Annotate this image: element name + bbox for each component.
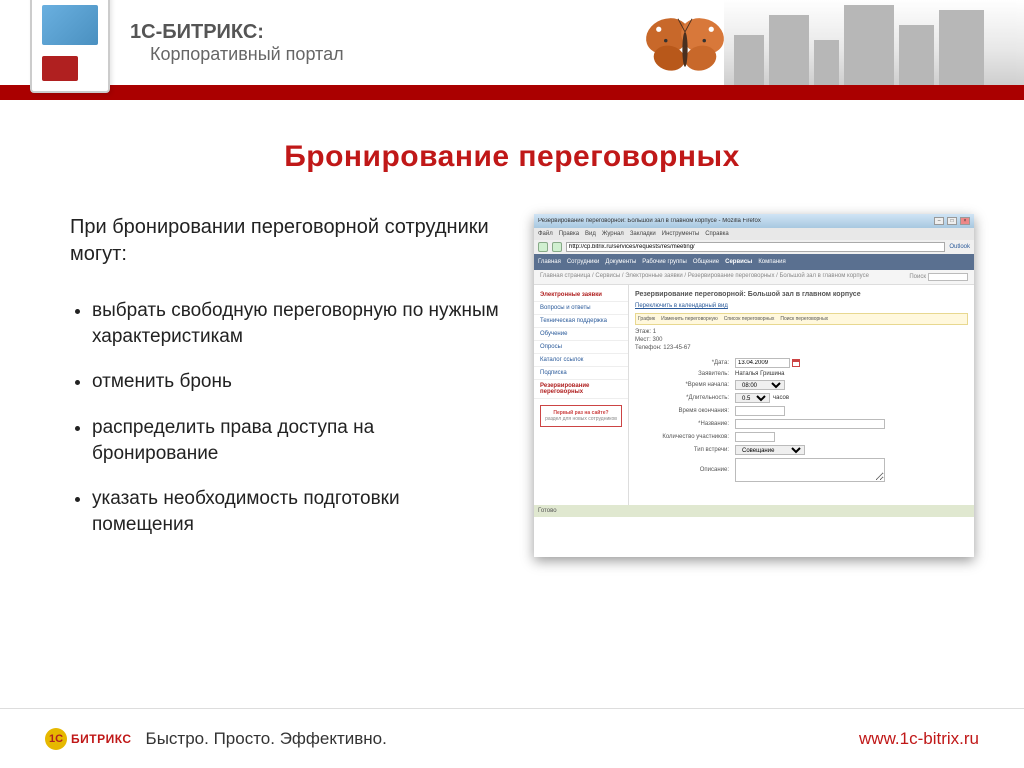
window-controls: – □ × [933, 217, 970, 225]
sidebar-item[interactable]: Каталог ссылок [534, 354, 628, 367]
brand-subtitle: Корпоративный портал [150, 44, 344, 65]
name-input[interactable] [735, 419, 885, 429]
toolbar-item[interactable]: Изменить переговорную [661, 316, 718, 322]
date-input[interactable] [735, 358, 790, 368]
requester-value: Наталья Гришина [735, 371, 785, 377]
window-titlebar: Резервирование переговорной: Большой зал… [534, 214, 974, 228]
footer-tagline: Быстро. Просто. Эффективно. [146, 729, 387, 749]
bullet-item: указать необходимость подготовки помещен… [92, 486, 504, 537]
end-time-input[interactable] [735, 406, 785, 416]
calendar-view-link[interactable]: Переключить в календарный вид [635, 303, 728, 309]
browser-menubar: Файл Правка Вид Журнал Закладки Инструме… [534, 228, 974, 240]
nav-item[interactable]: Сервисы [725, 259, 752, 265]
start-time-select[interactable]: 08:00 [735, 380, 785, 390]
menu-item[interactable]: Вид [585, 231, 596, 237]
lead-text: При бронировании переговорной сотрудники… [70, 214, 504, 268]
portal-nav: Главная Сотрудники Документы Рабочие гру… [534, 254, 974, 270]
sidebar-item[interactable]: Обучение [534, 328, 628, 341]
requester-label: Заявитель: [635, 371, 735, 377]
brand-title: 1С-БИТРИКС: [130, 21, 344, 44]
desc-label: Описание: [635, 467, 735, 473]
back-icon[interactable] [538, 242, 548, 252]
breadcrumb-bar: Главная страница / Сервисы / Электронные… [534, 270, 974, 285]
bullet-item: распределить права доступа на бронирован… [92, 415, 504, 466]
address-bar: Outlook [534, 240, 974, 254]
menu-item[interactable]: Инструменты [662, 231, 699, 237]
sidebar-item[interactable]: Подписка [534, 367, 628, 380]
participants-input[interactable] [735, 432, 775, 442]
room-info: Этаж: 1 Мест: 300 Телефон: 123-45-67 [635, 329, 968, 352]
browser-screenshot: Резервирование переговорной: Большой зал… [534, 214, 974, 557]
product-box-graphic [30, 0, 110, 93]
slide-footer: 1С БИТРИКС Быстро. Просто. Эффективно. w… [0, 708, 1024, 768]
window-title: Резервирование переговорной: Большой зал… [538, 218, 761, 224]
page-title: Резервирование переговорной: Большой зал… [635, 291, 968, 298]
promo-box[interactable]: Первый раз на сайте? раздел для новых со… [540, 405, 622, 427]
slide-header: 1С-БИТРИКС: Корпоративный портал [0, 0, 1024, 100]
start-time-label: *Время начала: [635, 382, 735, 388]
menu-item[interactable]: Справка [705, 231, 729, 237]
menu-item[interactable]: Закладки [630, 231, 656, 237]
slide-content: При бронировании переговорной сотрудники… [0, 174, 1024, 557]
desc-textarea[interactable] [735, 458, 885, 482]
footer-url: www.1c-bitrix.ru [859, 729, 979, 749]
breadcrumb[interactable]: Главная страница / Сервисы / Электронные… [540, 273, 869, 281]
type-label: Тип встречи: [635, 447, 735, 453]
toolbar-item[interactable]: Список переговорных [724, 316, 775, 322]
portal-main: Резервирование переговорной: Большой зал… [629, 285, 974, 505]
promo-sub: раздел для новых сотрудников [545, 416, 617, 422]
menu-item[interactable]: Файл [538, 231, 553, 237]
bullet-list: выбрать свободную переговорную по нужным… [70, 298, 504, 537]
nav-item[interactable]: Рабочие группы [642, 259, 687, 265]
butterfly-icon [640, 10, 730, 80]
slide-title: Бронирование переговорных [0, 140, 1024, 174]
end-time-label: Время окончания: [635, 408, 735, 414]
close-icon[interactable]: × [960, 217, 970, 225]
type-select[interactable]: Совещание [735, 445, 805, 455]
nav-item[interactable]: Главная [538, 259, 561, 265]
nav-item[interactable]: Сотрудники [567, 259, 600, 265]
logo-text: БИТРИКС [71, 732, 132, 746]
menu-item[interactable]: Правка [559, 231, 579, 237]
cityscape-graphic [724, 0, 1024, 85]
sidebar-item[interactable]: Опросы [534, 341, 628, 354]
duration-select[interactable]: 0.5 [735, 393, 770, 403]
sidebar-item[interactable]: Электронные заявки [534, 289, 628, 302]
action-toolbar: График Изменить переговорную Список пере… [635, 313, 968, 325]
date-label: *Дата: [635, 360, 735, 366]
search-input[interactable] [928, 273, 968, 281]
minimize-icon[interactable]: – [934, 217, 944, 225]
outlook-button[interactable]: Outlook [949, 244, 970, 250]
sidebar-item[interactable]: Вопросы и ответы [534, 302, 628, 315]
participants-label: Количество участников: [635, 434, 735, 440]
name-label: *Название: [635, 421, 735, 427]
logo-circle-icon: 1С [45, 728, 67, 750]
duration-label: *Длительность: [635, 395, 735, 401]
calendar-icon[interactable] [792, 359, 800, 367]
toolbar-item[interactable]: Поиск переговорных [780, 316, 828, 322]
logo-1c-bitrix: 1С БИТРИКС [45, 728, 132, 750]
toolbar-item[interactable]: График [638, 316, 655, 322]
bullet-item: выбрать свободную переговорную по нужным… [92, 298, 504, 349]
status-bar: Готово [534, 505, 974, 517]
url-input[interactable] [566, 242, 945, 252]
sidebar-item[interactable]: Резервирование переговорных [534, 380, 628, 399]
forward-icon[interactable] [552, 242, 562, 252]
nav-item[interactable]: Документы [605, 259, 636, 265]
maximize-icon[interactable]: □ [947, 217, 957, 225]
sidebar-item[interactable]: Техническая поддержка [534, 315, 628, 328]
menu-item[interactable]: Журнал [602, 231, 624, 237]
search-label: Поиск [909, 274, 926, 280]
nav-item[interactable]: Общение [693, 259, 719, 265]
bullet-item: отменить бронь [92, 369, 504, 395]
portal-sidebar: Электронные заявки Вопросы и ответы Техн… [534, 285, 629, 505]
nav-item[interactable]: Компания [758, 259, 785, 265]
